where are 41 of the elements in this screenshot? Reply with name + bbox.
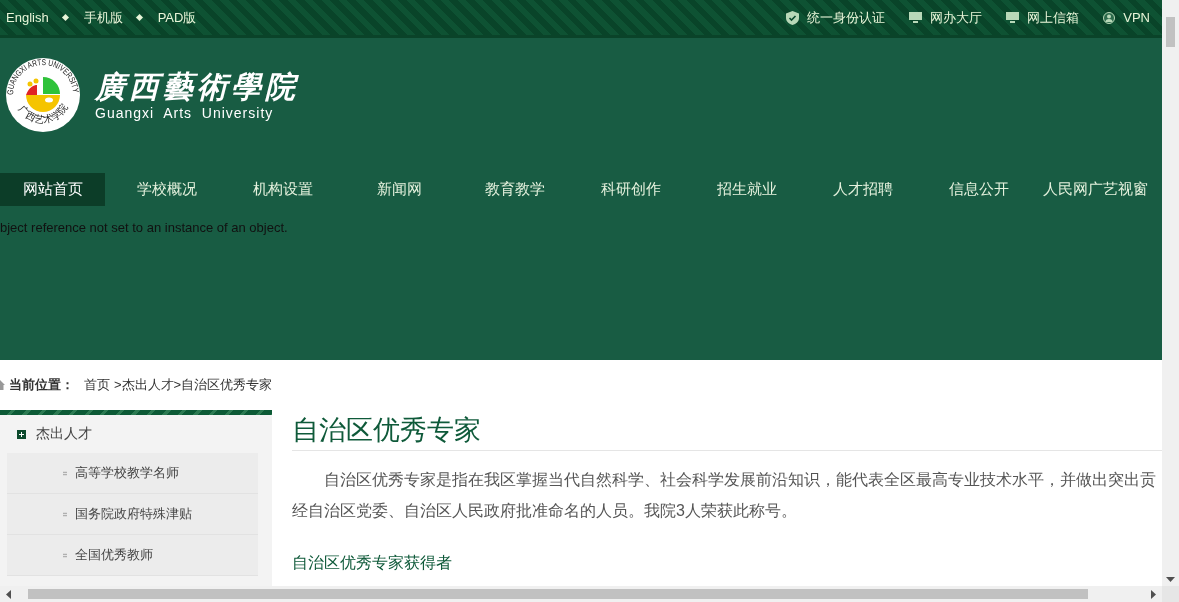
article-title: 自治区优秀专家 (292, 410, 1162, 451)
scroll-right-icon[interactable] (1151, 589, 1156, 599)
university-name: 廣西藝術學院 (95, 69, 299, 105)
nav-tab[interactable]: 教育教学 (457, 173, 573, 206)
scroll-left-icon[interactable] (6, 589, 11, 599)
service-link[interactable]: 网上信箱 (1027, 8, 1080, 27)
top-link[interactable]: PAD版 (157, 8, 197, 27)
service-link[interactable]: 统一身份认证 (807, 8, 886, 27)
nav-tab[interactable]: 新闻网 (341, 173, 457, 206)
paragraph-line: 经自治区党委、自治区人民政府批准命名的人员。我院3人荣获此称号。 (292, 501, 797, 521)
nav-tab[interactable]: 人民网广艺视窗 (1037, 173, 1153, 206)
service-link[interactable]: VPN (1123, 10, 1150, 25)
sidebar-item[interactable]: 全国优秀教师 (7, 535, 258, 576)
sidebar-heading: 杰出人才 (36, 425, 92, 443)
top-link[interactable]: English (6, 10, 49, 25)
nav-tab[interactable]: 机构设置 (225, 173, 341, 206)
university-name-english: Guangxi Arts University (95, 105, 274, 121)
nav-tab[interactable]: 信息公开 (921, 173, 1037, 206)
plus-icon (17, 429, 26, 439)
service-link[interactable]: 网办大厅 (930, 8, 983, 27)
error-message: bject reference not set to an instance of an object. (0, 220, 289, 235)
scrollbar-thumb[interactable] (28, 589, 1088, 599)
sidebar-item[interactable]: 国务院政府特殊津贴 (7, 494, 258, 535)
shield-icon (786, 10, 800, 25)
breadcrumb-label: 当前位置： (9, 376, 74, 394)
nav-tab[interactable]: 网站首页 (0, 173, 105, 206)
nav-tab[interactable]: 科研创作 (573, 173, 689, 206)
article-subtitle: 自治区优秀专家获得者 (292, 553, 453, 573)
paragraph-line: 自治区优秀专家是指在我区掌握当代自然科学、社会科学发展前沿知识，能代表全区最高专业技术水平，并做出突出贡 (323, 470, 1156, 490)
nav-tab[interactable]: 招生就业 (689, 173, 805, 206)
top-link[interactable]: 手机版 (83, 8, 123, 27)
user-icon (1103, 11, 1116, 24)
breadcrumb-link[interactable]: >杰出人才>自治区优秀专家 (114, 376, 273, 394)
nav-tab[interactable]: 人才招聘 (805, 173, 921, 206)
breadcrumb-link[interactable]: 首页 (84, 376, 110, 394)
sidebar-item[interactable]: 高等学校教学名师 (7, 453, 258, 494)
monitor-icon (1006, 12, 1020, 23)
monitor-icon (909, 12, 923, 23)
nav-tab[interactable]: 学校概况 (109, 173, 225, 206)
scroll-down-icon[interactable] (1166, 577, 1175, 582)
scrollbar-thumb[interactable] (1166, 17, 1175, 47)
